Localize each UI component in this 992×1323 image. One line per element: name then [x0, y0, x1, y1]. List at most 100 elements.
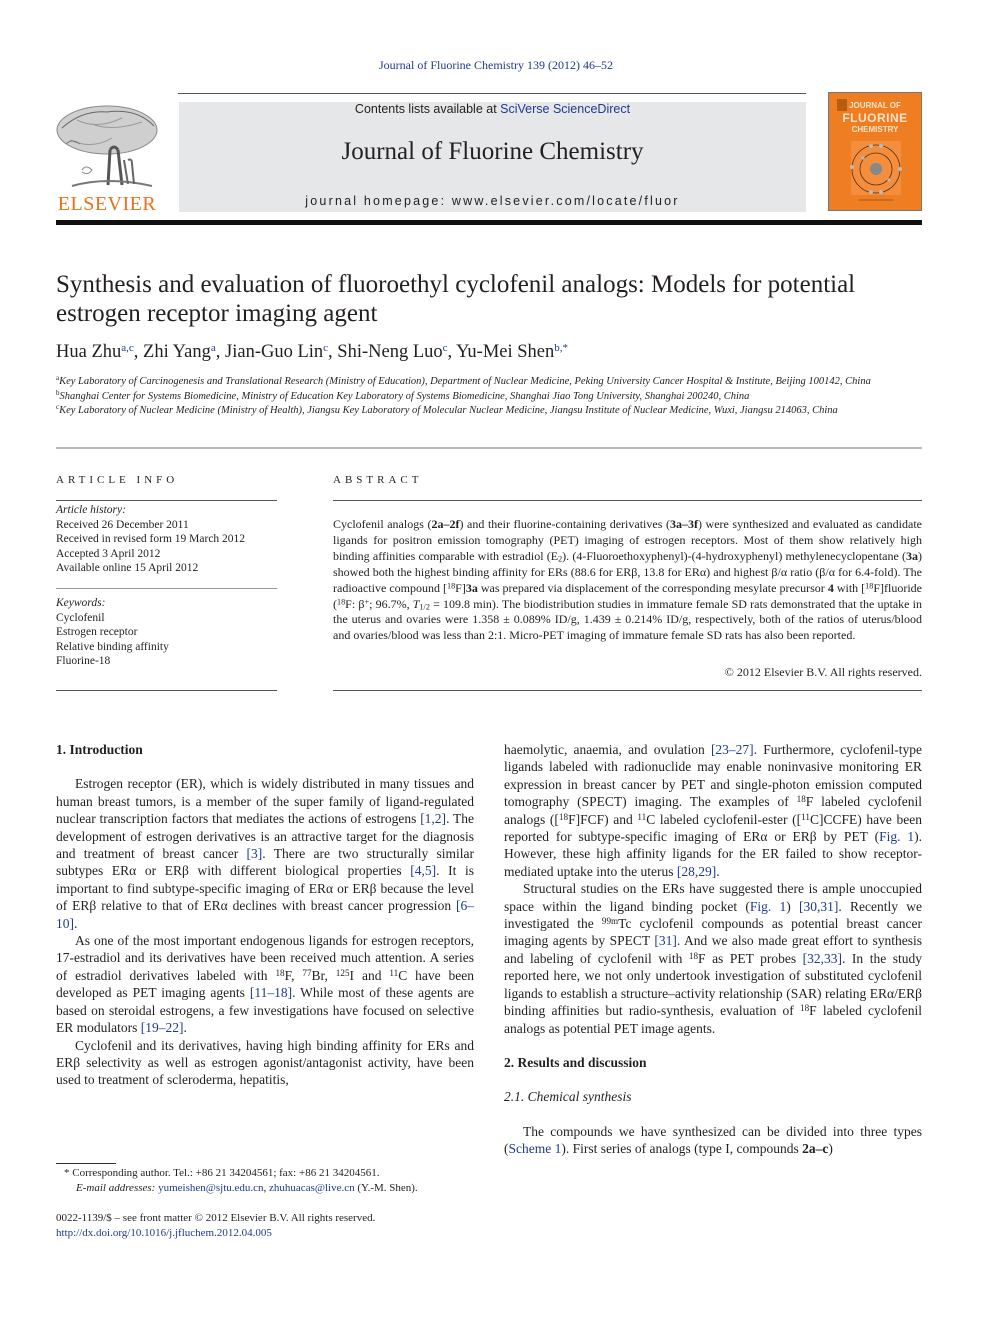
- body-right-column: haemolytic, anaemia, and ovulation [23–2…: [504, 741, 922, 1158]
- cover-title-line1: JOURNAL OF: [849, 101, 901, 110]
- citation-link[interactable]: [11–18]: [250, 985, 292, 1000]
- section-heading-results: 2. Results and discussion: [504, 1054, 647, 1070]
- citation-link[interactable]: [6–10]: [56, 898, 474, 930]
- citation-link[interactable]: [30,31]: [799, 899, 838, 914]
- right-column-paragraphs: haemolytic, anaemia, and ovulation [23–2…: [504, 741, 922, 1037]
- affiliation-item: aKey Laboratory of Carcinogenesis and Tr…: [56, 375, 936, 390]
- article-info-rule: [56, 500, 277, 501]
- citation-link[interactable]: [19–22]: [141, 1020, 184, 1035]
- email-line: E-mail addresses: yumeishen@sjtu.edu.cn,…: [76, 1182, 418, 1194]
- abstract-rule: [333, 500, 922, 501]
- doi-link[interactable]: http://dx.doi.org/10.1016/j.jfluchem.201…: [56, 1226, 476, 1241]
- keywords-label: Keywords:: [56, 597, 106, 609]
- body-paragraph: Estrogen receptor (ER), which is widely …: [56, 776, 474, 931]
- citation-link[interactable]: [31]: [654, 933, 677, 948]
- email-link[interactable]: zhuhuacas@live.cn: [269, 1182, 355, 1194]
- keyword-item: Relative binding affinity: [56, 640, 169, 653]
- email-suffix: (Y.-M. Shen).: [354, 1182, 418, 1194]
- article-info-rule: [56, 690, 277, 691]
- citation-link[interactable]: Fig. 1: [879, 829, 914, 844]
- citation-link[interactable]: [28,29]: [677, 864, 716, 879]
- homepage-prefix: journal homepage:: [305, 194, 452, 208]
- citation-link[interactable]: Fig. 1: [750, 899, 786, 914]
- citation-link[interactable]: [1,2]: [420, 811, 446, 826]
- affiliation-text: Key Laboratory of Nuclear Medicine (Mini…: [59, 405, 838, 416]
- body-paragraph: Cyclofenil and its derivatives, having h…: [56, 1037, 474, 1088]
- body-left-column: 1. Introduction Estrogen receptor (ER), …: [56, 741, 474, 1089]
- history-item: Available online 15 April 2012: [56, 562, 199, 574]
- affiliations: aKey Laboratory of Carcinogenesis and Tr…: [56, 375, 936, 419]
- journal-cover-thumbnail[interactable]: JOURNAL OF FLUORINE CHEMISTRY: [828, 92, 922, 211]
- homepage-url-link[interactable]: www.elsevier.com/locate/fluor: [452, 194, 680, 208]
- author-name[interactable]: Jian-Guo Lin: [225, 342, 323, 362]
- citation-link[interactable]: [32,33]: [803, 951, 842, 966]
- contents-prefix: Contents lists available at: [354, 102, 501, 116]
- journal-name: Journal of Fluorine Chemistry: [341, 138, 644, 165]
- keyword-item: Estrogen receptor: [56, 626, 138, 638]
- journal-homepage-line: journal homepage: www.elsevier.com/locat…: [179, 194, 806, 208]
- issn-line: 0022-1139/$ – see front matter © 2012 El…: [56, 1212, 376, 1224]
- subsection-heading-chemical-synthesis: 2.1. Chemical synthesis: [504, 1089, 632, 1105]
- sciencedirect-link[interactable]: SciVerse ScienceDirect: [500, 102, 630, 116]
- tree-icon: [56, 105, 158, 187]
- article-info-heading: ARTICLE INFO: [56, 474, 179, 486]
- author-name[interactable]: Zhi Yang: [143, 342, 211, 362]
- history-item: Received 26 December 2011: [56, 518, 189, 531]
- abstract-copyright: © 2012 Elsevier B.V. All rights reserved…: [724, 665, 922, 679]
- issn-block: 0022-1139/$ – see front matter © 2012 El…: [56, 1211, 476, 1241]
- chemical-synthesis-paragraphs: The compounds we have synthesized can be…: [504, 1123, 922, 1158]
- author-name[interactable]: Yu-Mei Shen: [456, 342, 554, 362]
- journal-masthead: Contents lists available at SciVerse Sci…: [179, 102, 806, 212]
- affiliation-text: Key Laboratory of Carcinogenesis and Tra…: [59, 376, 871, 387]
- cover-title-line2: FLUORINE: [842, 111, 908, 125]
- affiliation-item: bShanghai Center for Systems Biomedicine…: [56, 389, 936, 405]
- author-affiliation-mark[interactable]: a,c: [121, 342, 134, 354]
- abstract-rule: [333, 690, 922, 691]
- abstract-text: Cyclofenil analogs (2a–2f) and their flu…: [333, 505, 922, 656]
- citation-link[interactable]: [3]: [247, 846, 263, 861]
- cover-footer-text: [859, 199, 893, 201]
- corresponding-author-line: * Corresponding author. Tel.: +86 21 342…: [64, 1167, 380, 1179]
- keyword-item: Cyclofenil: [56, 611, 105, 624]
- footnote-rule: [56, 1163, 116, 1164]
- body-paragraph: Structural studies on the ERs have sugge…: [504, 881, 923, 1036]
- article-history: Article history: Received 26 December 20…: [56, 503, 286, 576]
- header-rule: [178, 93, 806, 94]
- header-thick-rule: [56, 220, 922, 225]
- running-head[interactable]: Journal of Fluorine Chemistry 139 (2012)…: [0, 58, 992, 73]
- section-heading-introduction: 1. Introduction: [56, 742, 143, 757]
- section-divider: [56, 447, 922, 449]
- article-info-rule: [56, 588, 277, 589]
- contents-availability-line: Contents lists available at SciVerse Sci…: [179, 102, 806, 116]
- abstract-paragraph: Cyclofenil analogs (2a–2f) and their flu…: [333, 517, 922, 643]
- citation-link[interactable]: [4,5]: [410, 863, 436, 878]
- body-paragraph: The compounds we have synthesized can be…: [504, 1123, 922, 1157]
- corresponding-author-footnote: * Corresponding author. Tel.: +86 21 342…: [56, 1166, 476, 1196]
- author-affiliation-mark[interactable]: c: [323, 342, 328, 354]
- affiliation-text: Shanghai Center for Systems Biomedicine,…: [59, 390, 750, 402]
- author-affiliation-mark[interactable]: b,*: [554, 342, 568, 354]
- history-item: Received in revised form 19 March 2012: [56, 533, 246, 545]
- email-label: E-mail addresses:: [76, 1182, 156, 1194]
- cover-title-line3: CHEMISTRY: [851, 125, 899, 134]
- affiliation-item: cKey Laboratory of Nuclear Medicine (Min…: [56, 404, 936, 419]
- body-paragraph: As one of the most important endogenous …: [56, 933, 474, 1036]
- body-paragraph: haemolytic, anaemia, and ovulation [23–2…: [504, 742, 922, 879]
- citation-link[interactable]: Scheme 1: [509, 1141, 562, 1156]
- keywords: Keywords: Cyclofenil Estrogen receptor R…: [56, 596, 286, 669]
- author-affiliation-mark[interactable]: c: [443, 342, 448, 354]
- author-affiliation-mark[interactable]: a: [211, 342, 216, 354]
- author-name[interactable]: Hua Zhu: [56, 342, 121, 362]
- citation-link[interactable]: [23–27]: [711, 742, 754, 757]
- introduction-paragraphs: Estrogen receptor (ER), which is widely …: [56, 775, 474, 1088]
- author-name[interactable]: Shi-Neng Luo: [337, 342, 442, 362]
- keyword-item: Fluorine-18: [56, 655, 111, 667]
- article-title: Synthesis and evaluation of fluoroethyl …: [56, 271, 856, 327]
- history-item: Accepted 3 April 2012: [56, 547, 161, 560]
- elsevier-wordmark: ELSEVIER: [57, 193, 157, 215]
- author-list: Hua Zhua,c, Zhi Yanga, Jian-Guo Linc, Sh…: [56, 342, 569, 362]
- abstract-heading: ABSTRACT: [333, 474, 423, 486]
- email-link[interactable]: yumeishen@sjtu.edu.cn: [158, 1182, 263, 1194]
- article-history-label: Article history:: [56, 504, 126, 516]
- atom-icon: [850, 141, 902, 195]
